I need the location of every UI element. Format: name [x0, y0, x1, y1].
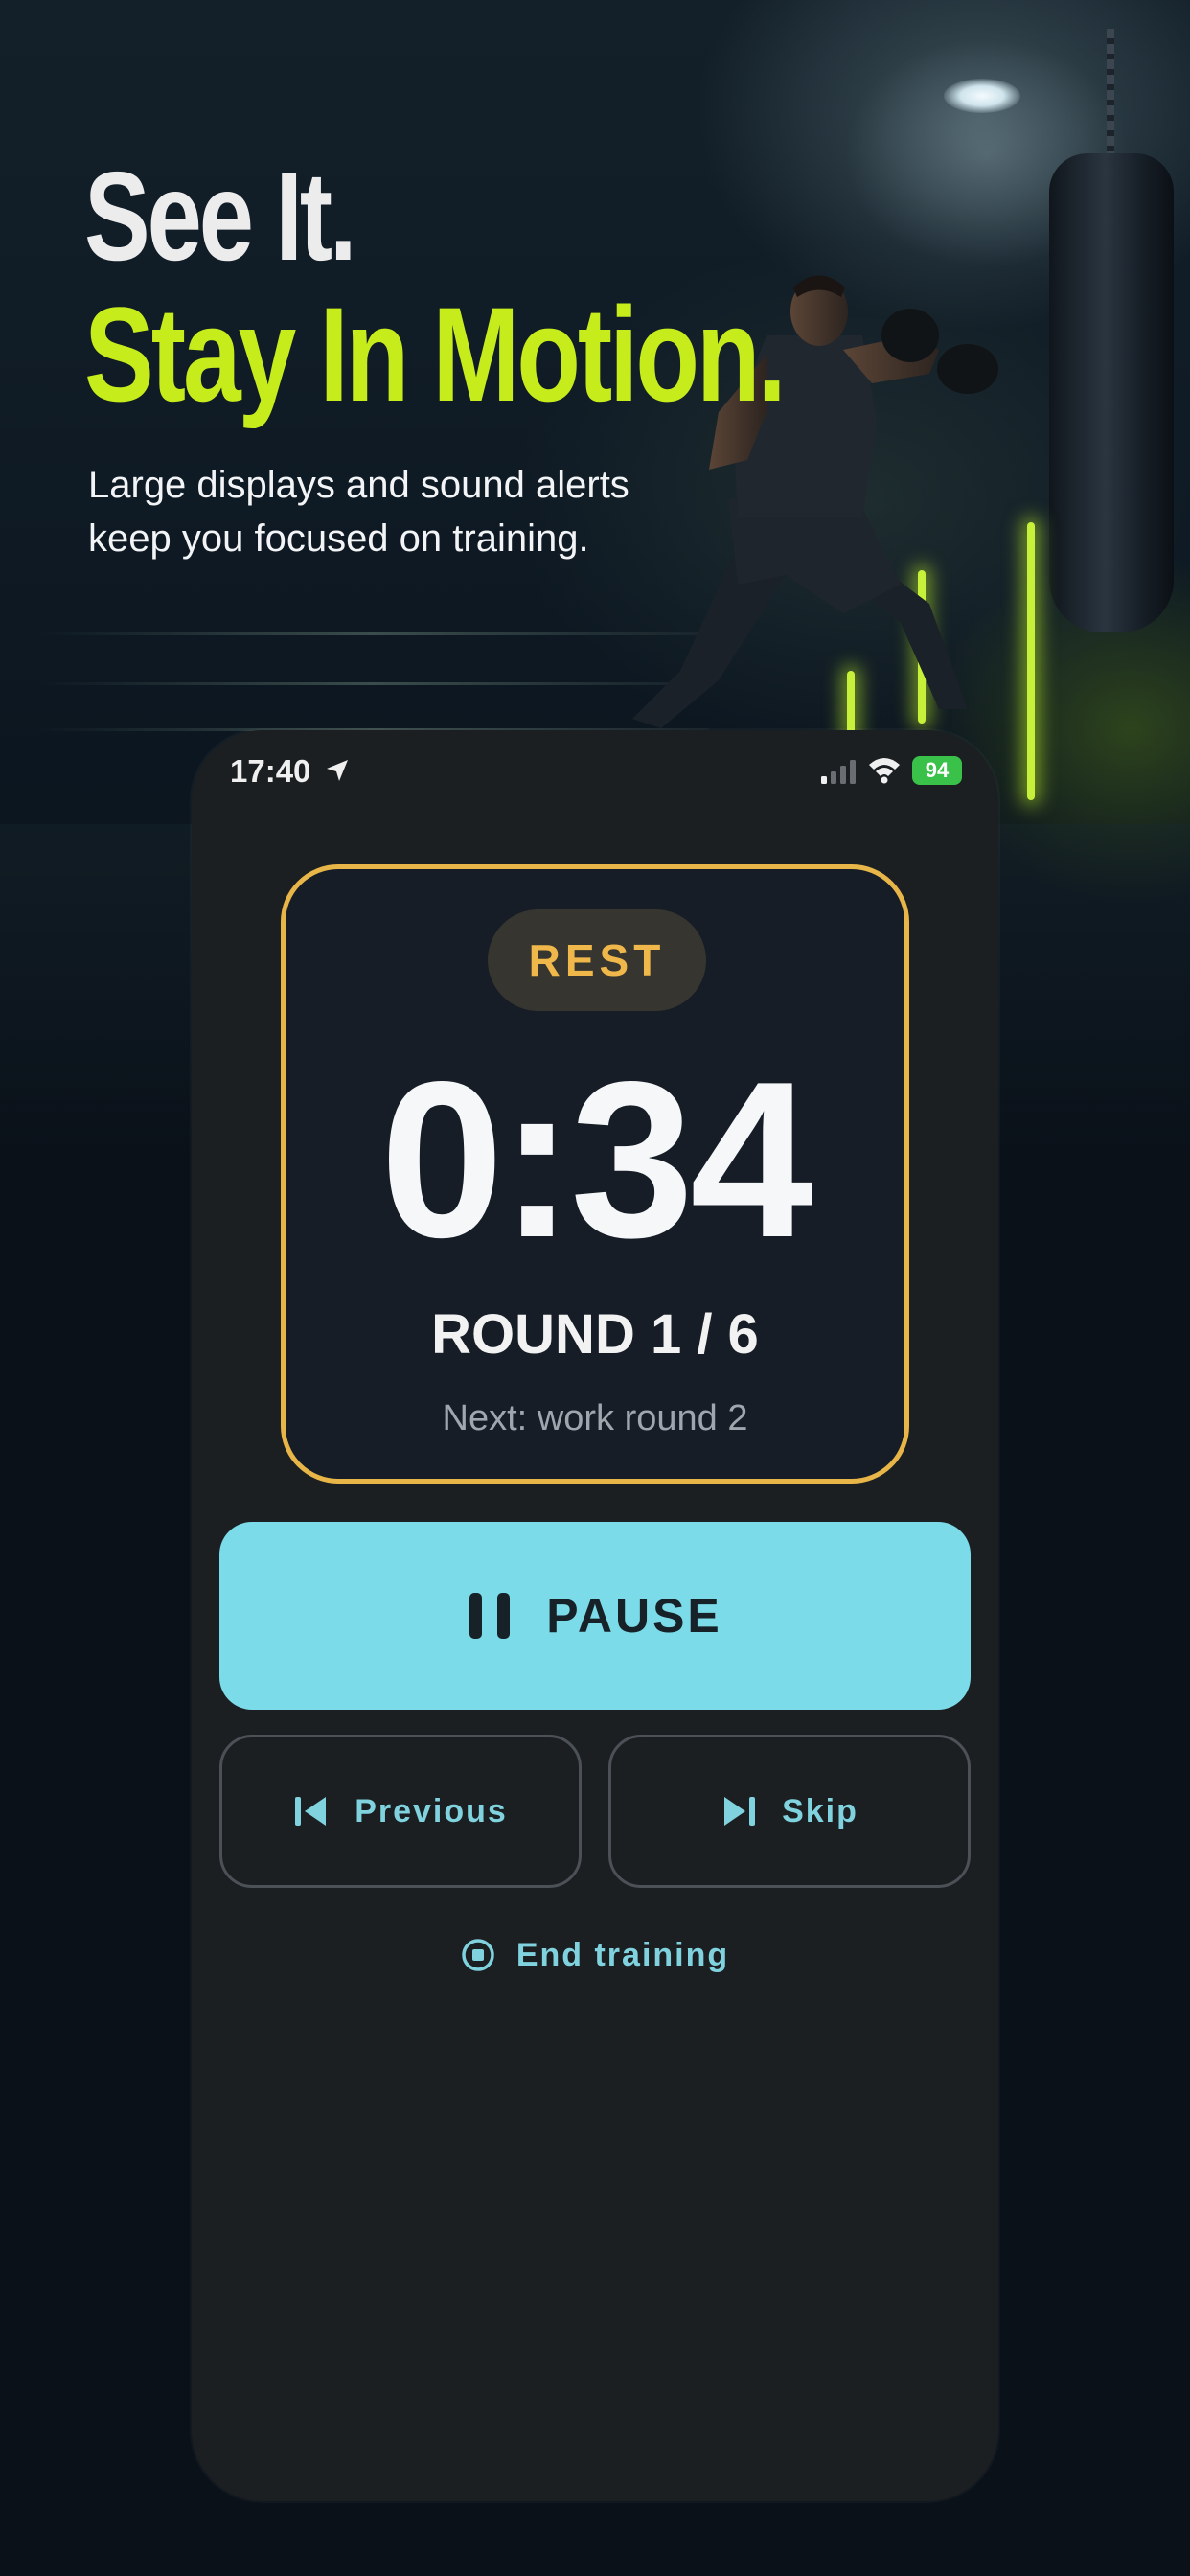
battery-level: 94: [925, 758, 950, 782]
pause-button[interactable]: PAUSE: [219, 1522, 971, 1710]
ring-rope: [38, 632, 709, 635]
punching-bag-chain: [1107, 29, 1114, 163]
ceiling-lamp: [944, 79, 1020, 113]
phase-label: REST: [528, 935, 666, 985]
pause-icon: [469, 1593, 511, 1639]
neon-light: [1027, 522, 1035, 800]
skip-forward-icon: [724, 1797, 756, 1826]
skip-back-icon: [295, 1797, 327, 1826]
skip-label: Skip: [782, 1792, 858, 1829]
subtitle-line-1: Large displays and sound alerts: [88, 464, 629, 506]
phase-badge: REST: [488, 909, 706, 1011]
signal-icon: [821, 760, 856, 784]
status-bar: 17:40 94: [192, 730, 998, 816]
round-indicator: ROUND 1 / 6: [431, 1303, 759, 1366]
location-arrow-icon: [327, 760, 348, 781]
end-training-button[interactable]: End training: [192, 1926, 998, 1984]
phone-screen: 17:40 94 REST 0:34 ROUND 1 / 6 Next: wor…: [192, 730, 998, 2501]
stop-circle-icon: [462, 1939, 494, 1971]
headline-line-1: See It.: [84, 146, 357, 287]
skip-button[interactable]: Skip: [608, 1735, 971, 1888]
subtitle-line-2: keep you focused on training.: [88, 518, 589, 560]
promo-headline: See It. Stay In Motion.: [84, 153, 981, 422]
ring-rope: [38, 682, 709, 685]
previous-button[interactable]: Previous: [219, 1735, 582, 1888]
promo-subtitle: Large displays and sound alerts keep you…: [88, 458, 778, 565]
pause-label: PAUSE: [546, 1589, 722, 1643]
headline-line-2: Stay In Motion.: [84, 279, 787, 429]
battery-icon: 94: [912, 756, 962, 785]
previous-label: Previous: [355, 1792, 508, 1829]
status-time: 17:40: [230, 753, 311, 789]
end-training-label: End training: [515, 1936, 730, 1973]
punching-bag: [1049, 153, 1174, 632]
wifi-icon: [869, 758, 900, 784]
timer-card: REST 0:34 ROUND 1 / 6 Next: work round 2: [281, 864, 909, 1484]
next-round-label: Next: work round 2: [442, 1398, 748, 1438]
countdown-display: 0:34: [379, 1036, 813, 1284]
